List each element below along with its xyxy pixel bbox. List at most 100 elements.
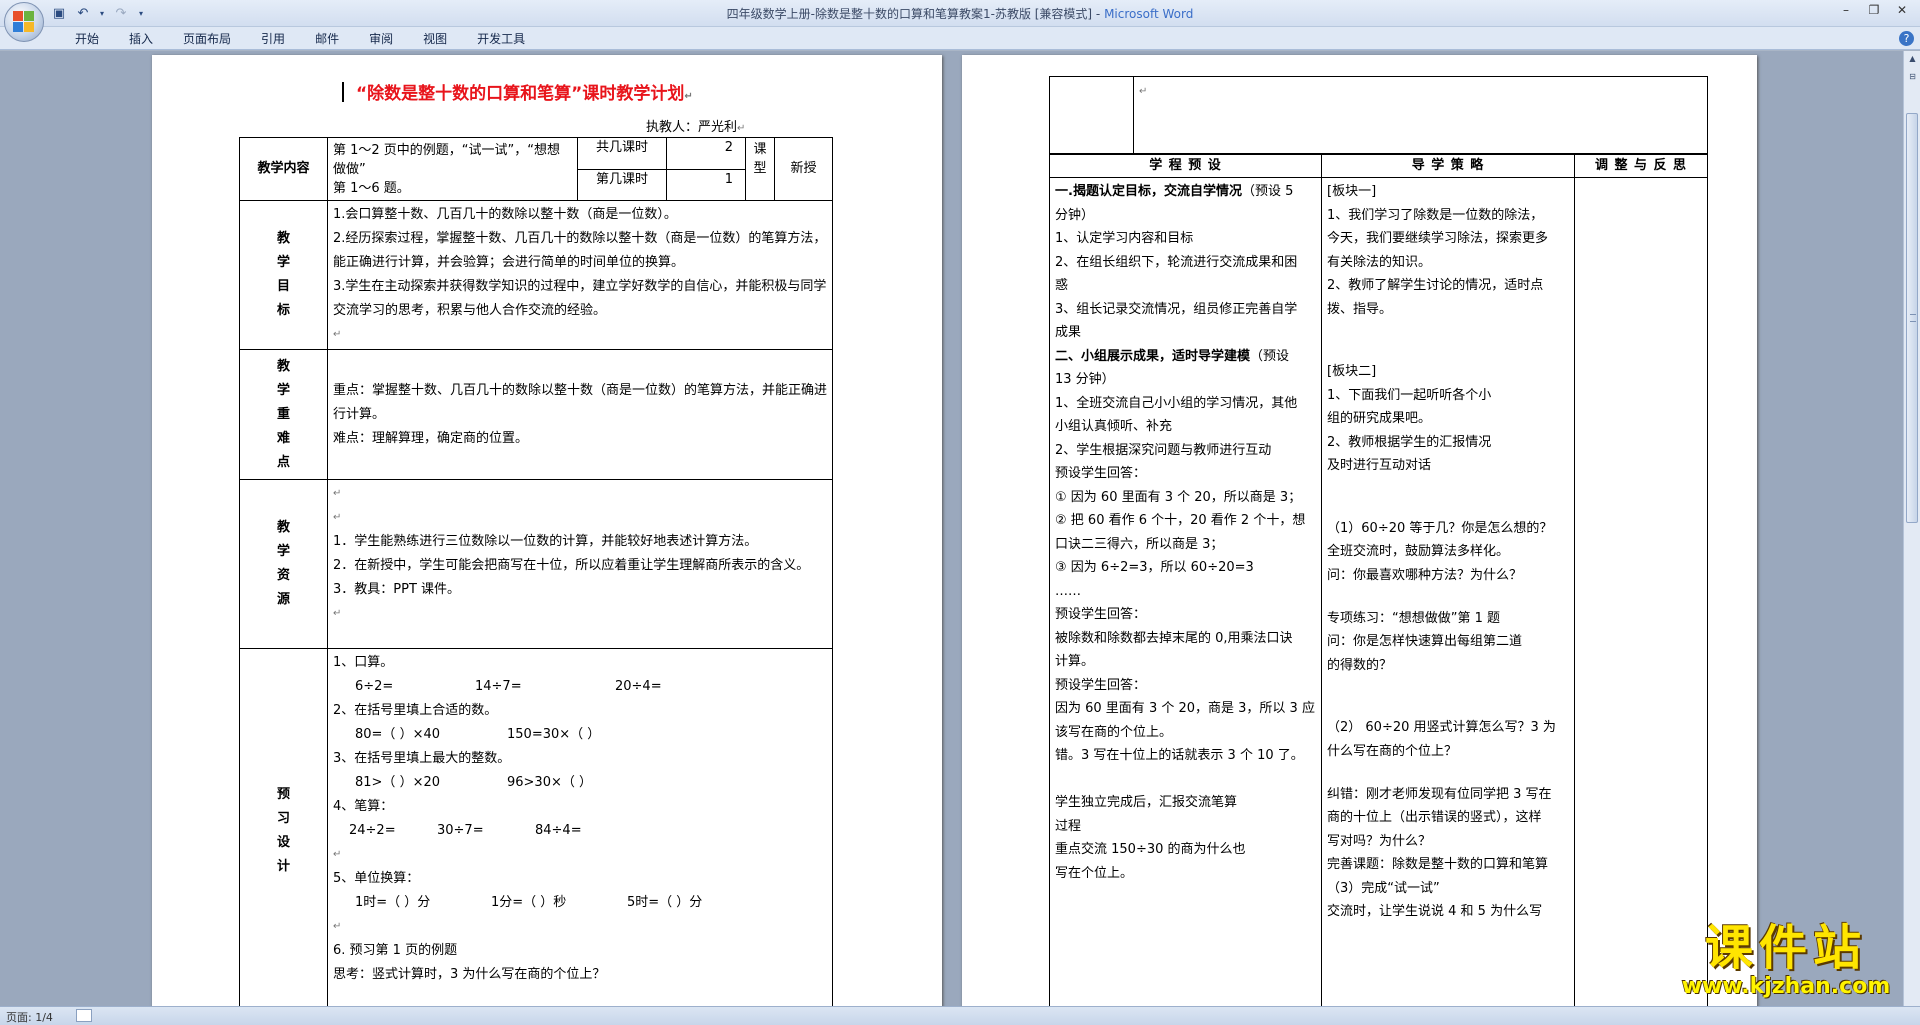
strategy-header-row: 学 程 预 设 导 学 策 略 调 整 与 反 思 (1049, 154, 1708, 178)
guidance-line (1327, 478, 1569, 498)
table-row-key-points: 教 学 重 难 点 重点：掌握整十数、几百几十的数除以整十数（商是一位数）的笔算… (239, 349, 895, 480)
restore-icon[interactable]: ❐ (1860, 0, 1888, 20)
scrollbar-thumb[interactable] (1906, 113, 1918, 523)
guidance-line: 问：你是怎样快速算出每组第二道 (1327, 634, 1523, 649)
learning-line-text: 错。3 写在十位上的话就表示 3 个 10 了。 (1055, 748, 1304, 763)
tab-page-layout[interactable]: 页面布局 (168, 31, 246, 49)
type-value[interactable]: 新授 (774, 137, 833, 201)
learning-line-text: 过程 (1055, 818, 1082, 834)
learning-line: 3、组长记录交流情况，组员修正完善自学 (1055, 298, 1316, 322)
written-item: 84÷4= (535, 823, 582, 838)
top-right-cell[interactable]: ↵ (1133, 76, 1708, 154)
guidance-line: 什么写在商的个位上？ (1327, 743, 1458, 759)
learning-line-text: 分钟） (1055, 207, 1095, 223)
learning-line-text: 13 分钟） (1055, 372, 1115, 387)
vertical-scrollbar[interactable]: ▲ ⊟ (1903, 51, 1920, 1006)
scroll-up-icon[interactable]: ▲ (1905, 52, 1920, 66)
key-points-label: 教 学 重 难 点 (239, 349, 328, 480)
tab-view[interactable]: 视图 (408, 31, 462, 49)
learning-line: 惑 (1055, 274, 1316, 298)
preview-title: 6. 预习第 1 页的例题 (333, 943, 458, 958)
top-left-cell[interactable] (1049, 76, 1134, 154)
tab-insert[interactable]: 插入 (114, 31, 168, 49)
learning-line-text: ① 因为 60 里面有 3 个 20，所以商是 3； (1055, 489, 1302, 505)
unit-item: 1时=（ ）分 (355, 895, 431, 910)
learning-line: 一.揭题认定目标，交流自学情况（预设 5 (1055, 180, 1316, 204)
written-item: 30÷7= (437, 823, 484, 838)
learning-line-text: 预设学生回答： (1055, 677, 1147, 693)
guidance-line (1327, 677, 1569, 697)
oral-title: 1、口算。 (333, 655, 394, 670)
table-row-preview: 预 习 设 计 1、口算。 6÷2= 14÷7= 20÷4= 2、在括号里填上合适的… (239, 648, 895, 1006)
fill-item: 150=30×（ ） (507, 727, 601, 742)
content-line-2: 第 1～6 题。 (333, 181, 410, 196)
written-title: 4、笔算： (333, 799, 394, 814)
guidance-line (1327, 497, 1569, 517)
total-hours-value[interactable]: 2 (666, 137, 746, 170)
learning-line-text: 1、全班交流自己小小组的学习情况，其他 (1055, 395, 1298, 411)
goals-cell[interactable]: 1.会口算整十数、几百几十的数除以整十数（商是一位数）。 2.经历探索过程，掌握… (327, 200, 833, 350)
guidance-line: 交流时，让学生说说 4 和 5 为什么写 (1327, 904, 1543, 919)
pre-label-char: 习 (276, 810, 290, 826)
tab-developer[interactable]: 开发工具 (462, 31, 540, 49)
content-cell[interactable]: 第 1～2 页中的例题，“试一试”，“想想做做” 第 1～6 题。 (327, 137, 578, 201)
col-header-reflection: 调 整 与 反 思 (1574, 154, 1708, 178)
title-bar: ▣ ↶ ▾ ↷ ▾ 四年级数学上册-除数是整十数的口算和笔算教案1-苏教版 [兼… (0, 0, 1920, 42)
table-row-content: 教学内容 第 1～2 页中的例题，“试一试”，“想想做做” 第 1～6 题。 共… (239, 137, 895, 201)
learning-line-text: 二、小组展示成果，适时导学建模 (1055, 348, 1251, 364)
status-page-number[interactable]: 页面: 1/4 (6, 1009, 53, 1025)
learning-line: 1、全班交流自己小小组的学习情况，其他 (1055, 392, 1316, 416)
learning-line-text: 口诀二三得六，所以商是 3； (1055, 536, 1224, 552)
resources-cell[interactable]: ↵ ↵ 1．学生能熟练进行三位数除以一位数的计算，并能较好地表述计算方法。 2．… (327, 479, 833, 649)
resources-label: 教 学 资 源 (239, 479, 328, 649)
learning-line-suffix: （预设 (1250, 348, 1290, 364)
resource-item: 1．学生能熟练进行三位数除以一位数的计算，并能较好地表述计算方法。 (333, 534, 758, 549)
learning-line-text: 3、组长记录交流情况，组员修正完善自学 (1055, 301, 1298, 317)
document-title: “除数是整十数的口算和笔算”课时教学计划↵ (342, 79, 693, 104)
spelling-check-icon[interactable] (76, 1009, 92, 1022)
total-hours-label: 共几课时 (577, 137, 667, 170)
learning-line-text: 成果 (1055, 325, 1082, 340)
minimize-icon[interactable]: – (1832, 0, 1860, 20)
max-title: 3、在括号里填上最大的整数。 (333, 751, 511, 766)
learning-line: 重点交流 150÷30 的商为什么也 (1055, 838, 1316, 862)
oral-row: 6÷2= 14÷7= 20÷4= (333, 675, 827, 699)
learning-line-text: 预设学生回答： (1055, 466, 1147, 481)
guidance-line: 完善课题：除数是整十数的口算和笔算 (1327, 857, 1549, 872)
learning-line: ① 因为 60 里面有 3 个 20，所以商是 3； (1055, 486, 1316, 510)
preview-cell[interactable]: 1、口算。 6÷2= 14÷7= 20÷4= 2、在括号里填上合适的数。 80=（ … (327, 648, 833, 1006)
learning-line: 写在个位上。 (1055, 862, 1316, 886)
close-icon[interactable]: ✕ (1888, 0, 1916, 20)
guidance-cell[interactable]: [板块一] 1、我们学习了除数是一位数的除法， 今天，我们要继续学习除法，探索更多有… (1321, 177, 1575, 1006)
learning-line-text: 一.揭题认定目标，交流自学情况 (1055, 184, 1242, 199)
office-button[interactable] (4, 2, 44, 42)
window-title-doc: 四年级数学上册-除数是整十数的口算和笔算教案1-苏教版 [兼容模式] - (726, 7, 1105, 21)
max-item: 81>（ ）×20 (355, 775, 441, 790)
nth-hour-value[interactable]: 1 (666, 168, 746, 201)
help-icon[interactable]: ? (1899, 31, 1914, 46)
unit-item: 5时=（ ）分 (627, 895, 703, 910)
tab-mailings[interactable]: 邮件 (300, 31, 354, 49)
learning-cell[interactable]: 一.揭题认定目标，交流自学情况（预设 5 分钟） 1、认定学习内容和目标 2、在组长组… (1049, 177, 1322, 1006)
learning-line: 分钟） (1055, 204, 1316, 228)
guidance-line: 商的十位上（出示错误的竖式），这样 (1327, 810, 1542, 825)
learning-line: 过程 (1055, 815, 1316, 839)
tab-home[interactable]: 开始 (60, 31, 114, 49)
key-points-cell[interactable]: 重点：掌握整十数、几百几十的数除以整十数（商是一位数）的笔算方法，并能正确进行计… (327, 349, 833, 480)
res-label-char: 教 (276, 520, 290, 535)
guidance-line (1327, 341, 1569, 361)
document-area[interactable]: “除数是整十数的口算和笔算”课时教学计划↵ 执教人：严光利↵ 教学内容 第 1～… (0, 51, 1903, 1006)
key-label-char: 重 (276, 406, 290, 422)
tab-review[interactable]: 审阅 (354, 31, 408, 49)
reflection-cell[interactable] (1574, 177, 1708, 1006)
tab-references[interactable]: 引用 (246, 31, 300, 49)
learning-line: 预设学生回答： (1055, 462, 1316, 486)
table-margin (833, 201, 895, 350)
guidance-line: 2、教师根据学生的汇报情况 (1327, 434, 1492, 450)
ruler-toggle-icon[interactable]: ⊟ (1905, 70, 1920, 84)
col-header-guidance: 导 学 策 略 (1321, 154, 1575, 178)
type-label-1: 课 (753, 142, 767, 157)
ribbon: 开始 插入 页面布局 引用 邮件 审阅 视图 开发工具 ? (0, 27, 1920, 50)
learning-line: 预设学生回答： (1055, 674, 1316, 698)
preview-label: 预 习 设 计 (239, 648, 328, 1006)
